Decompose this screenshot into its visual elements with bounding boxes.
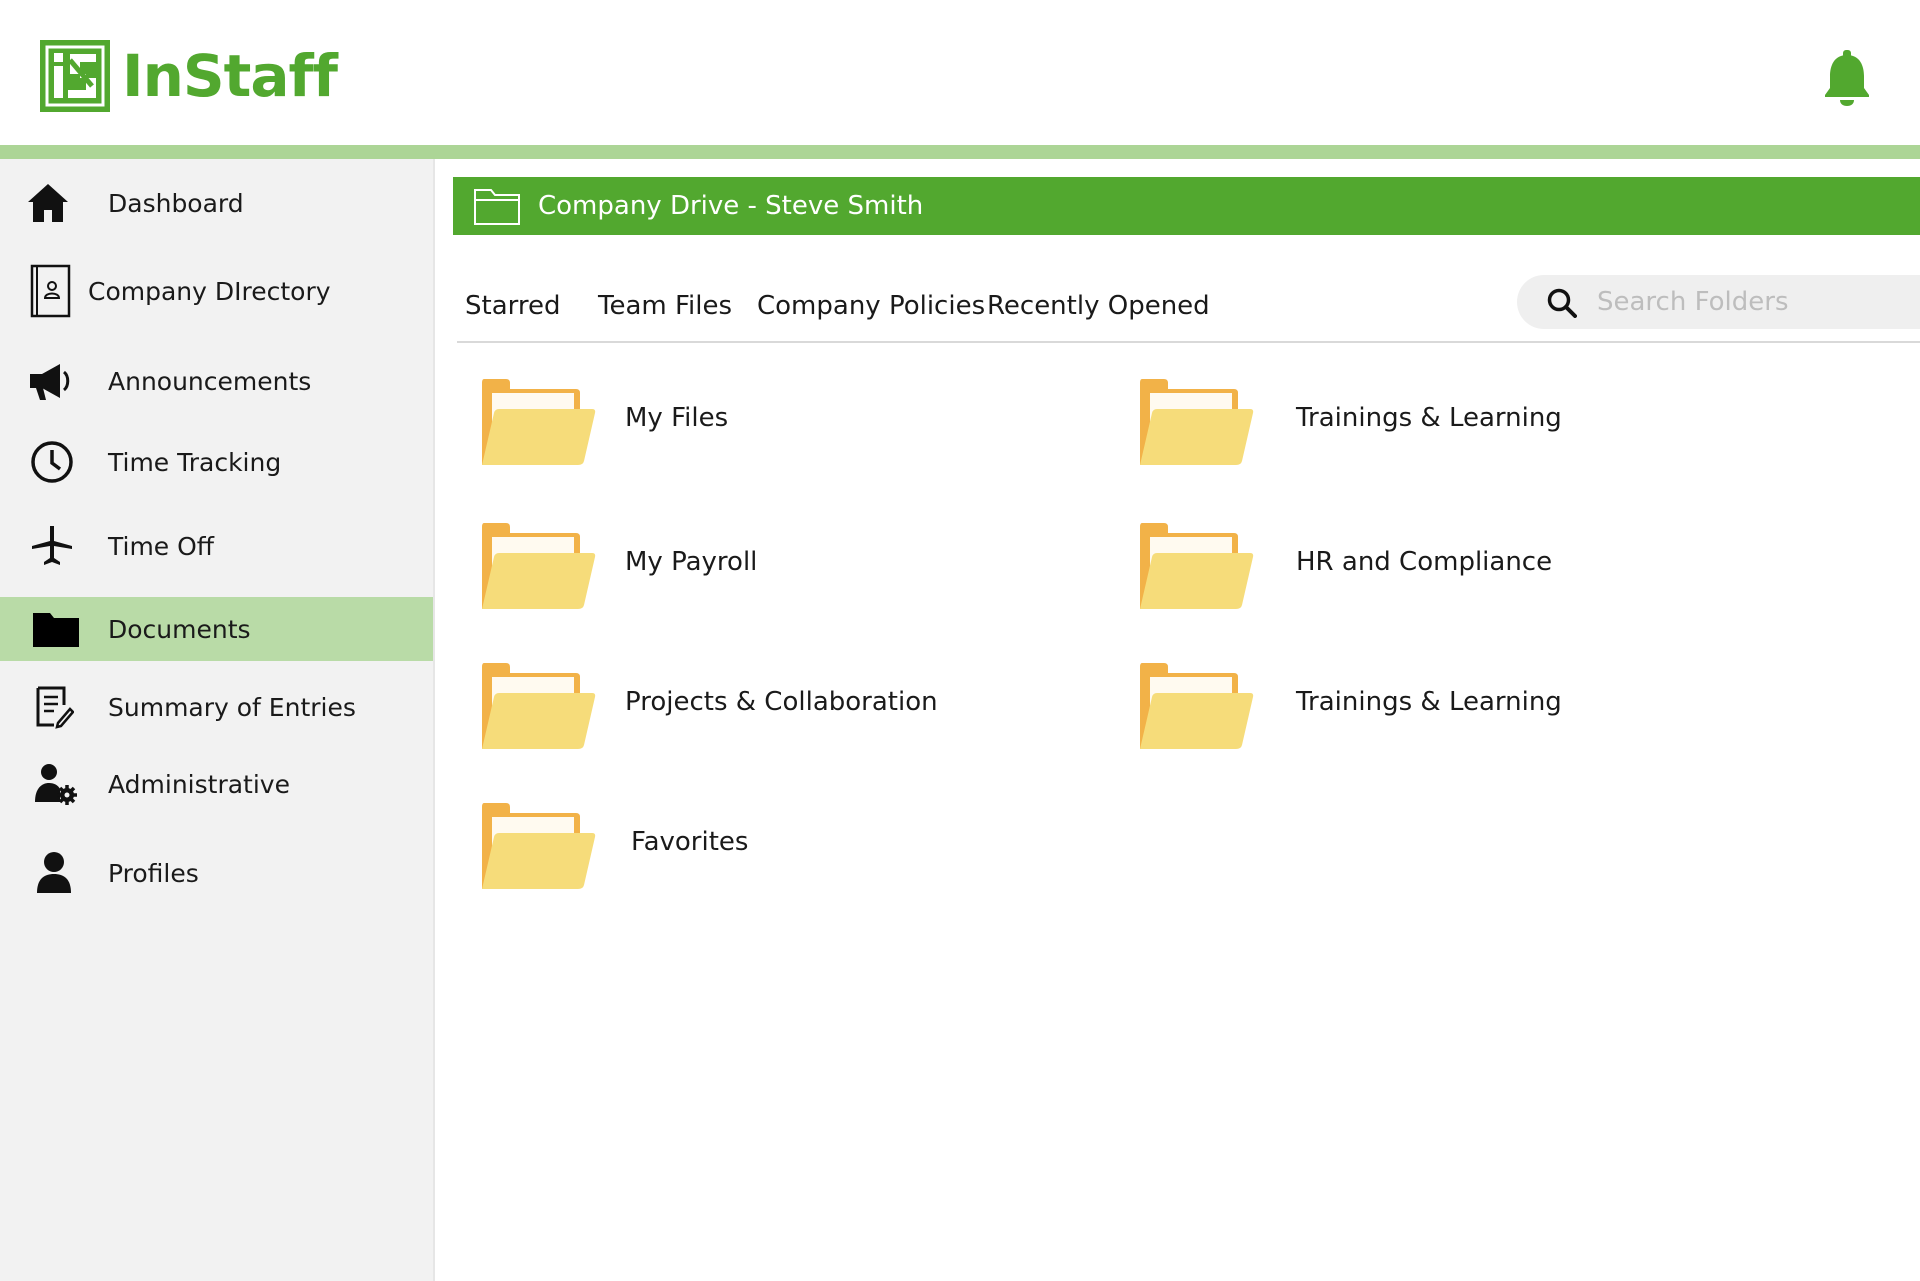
drive-title: Company Drive - Steve Smith: [538, 191, 924, 221]
folder-item-trainings-learning-2[interactable]: Trainings & Learning: [1138, 663, 1758, 755]
folder-item-my-files[interactable]: My Files: [480, 379, 1100, 471]
sidebar-item-administrative[interactable]: Administrative: [0, 752, 433, 816]
main-content: Company Drive - Steve Smith Starred Team…: [437, 159, 1920, 1281]
clock-icon: [28, 438, 76, 486]
folder-icon: [482, 663, 596, 749]
sidebar-item-time-off[interactable]: Time Off: [0, 514, 433, 578]
sidebar-item-label: Profiles: [108, 858, 199, 888]
drive-folder-icon: [474, 189, 520, 225]
folder-icon: [482, 523, 596, 609]
sidebar: Dashboard Company DIrectory Announcement…: [0, 159, 435, 1281]
folder-item-trainings-learning[interactable]: Trainings & Learning: [1138, 379, 1758, 471]
folder-item-projects-collaboration[interactable]: Projects & Collaboration: [480, 663, 1100, 755]
airplane-icon: [28, 522, 76, 570]
app-header: InStaff: [0, 0, 1920, 145]
sidebar-item-label: Time Tracking: [108, 447, 282, 477]
sidebar-item-documents[interactable]: Documents: [0, 597, 433, 661]
sidebar-item-label: Company DIrectory: [88, 276, 331, 306]
sidebar-item-label: Announcements: [108, 366, 312, 396]
user-icon: [30, 849, 78, 897]
instaff-logo-icon: [40, 40, 110, 112]
folder-label: Trainings & Learning: [1296, 687, 1562, 717]
document-edit-icon: [30, 683, 78, 731]
folder-icon: [1140, 523, 1254, 609]
folder-item-favorites[interactable]: Favorites: [480, 803, 1100, 895]
folder-icon: [1140, 379, 1254, 465]
sidebar-item-announcements[interactable]: Announcements: [0, 349, 433, 413]
sidebar-item-label: Administrative: [108, 769, 290, 799]
address-book-icon: [26, 264, 74, 318]
folder-icon: [1140, 663, 1254, 749]
folder-item-my-payroll[interactable]: My Payroll: [480, 523, 1100, 615]
sidebar-item-label: Dashboard: [108, 188, 244, 218]
tab-team-files[interactable]: Team Files: [598, 291, 732, 321]
search-box[interactable]: [1517, 275, 1920, 329]
tab-starred[interactable]: Starred: [465, 291, 560, 321]
tab-bar: Starred Team Files Company Policies Rece…: [457, 263, 1920, 343]
tab-company-policies[interactable]: Company Policies: [757, 291, 985, 321]
sidebar-item-label: Summary of Entries: [108, 692, 356, 722]
folder-label: Trainings & Learning: [1296, 403, 1562, 433]
folder-icon: [482, 379, 596, 465]
sidebar-item-profiles[interactable]: Profiles: [0, 841, 433, 905]
instaff-logo[interactable]: InStaff: [40, 40, 338, 112]
logo-text: InStaff: [122, 42, 338, 110]
header-divider: [0, 145, 1920, 159]
drive-header-bar: Company Drive - Steve Smith: [453, 177, 1920, 235]
folder-label: My Files: [625, 403, 729, 433]
search-input[interactable]: [1597, 275, 1920, 329]
search-icon[interactable]: [1547, 288, 1577, 318]
folder-label: Favorites: [631, 827, 749, 857]
folder-label: HR and Compliance: [1296, 547, 1553, 577]
sidebar-item-dashboard[interactable]: Dashboard: [0, 171, 433, 235]
folder-item-hr-compliance[interactable]: HR and Compliance: [1138, 523, 1758, 615]
user-gear-icon: [32, 760, 80, 808]
sidebar-item-summary-of-entries[interactable]: Summary of Entries: [0, 675, 433, 739]
folder-icon: [32, 605, 80, 653]
sidebar-item-label: Time Off: [108, 531, 215, 561]
tab-recently-opened[interactable]: Recently Opened: [987, 291, 1210, 321]
sidebar-item-label: Documents: [108, 614, 251, 644]
sidebar-item-time-tracking[interactable]: Time Tracking: [0, 430, 433, 494]
folder-label: My Payroll: [625, 547, 758, 577]
bell-icon[interactable]: [1824, 50, 1870, 106]
megaphone-icon: [26, 357, 74, 405]
folder-label: Projects & Collaboration: [625, 687, 938, 717]
folder-icon: [482, 803, 596, 889]
sidebar-item-company-directory[interactable]: Company DIrectory: [0, 259, 433, 323]
home-icon: [24, 179, 72, 227]
